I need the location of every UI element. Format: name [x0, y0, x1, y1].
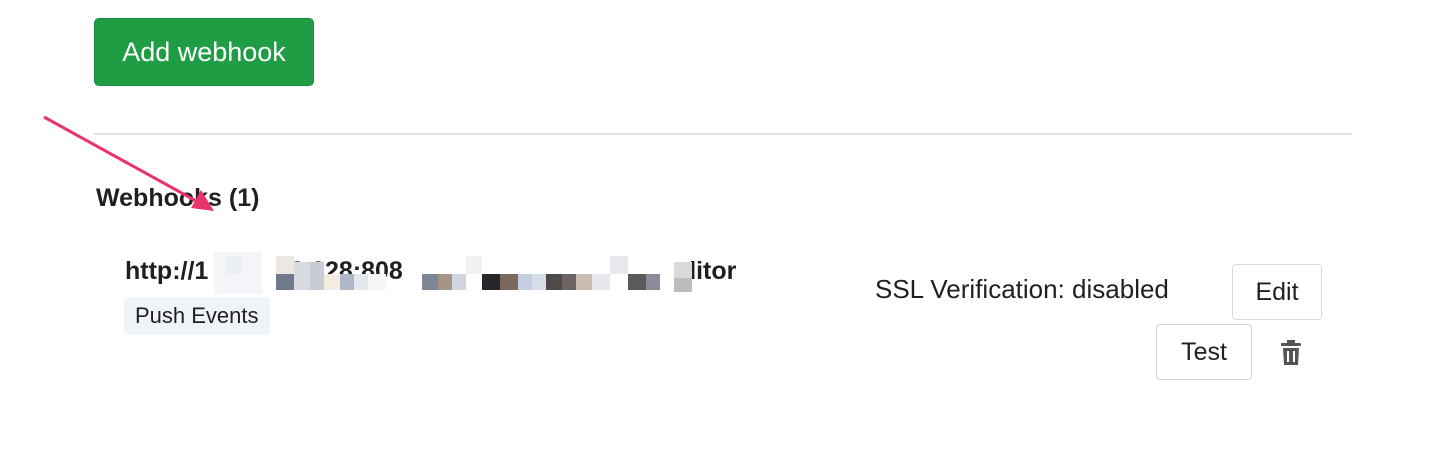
- delete-webhook-button[interactable]: [1276, 337, 1306, 369]
- webhooks-section-title: Webhooks (1): [96, 184, 260, 212]
- event-tag-push: Push Events: [124, 297, 270, 335]
- section-divider: [94, 133, 1352, 135]
- redacted-url-mosaic: [214, 252, 696, 294]
- webhook-url-prefix: http://1: [125, 257, 209, 285]
- edit-webhook-button[interactable]: Edit: [1232, 264, 1322, 320]
- test-webhook-button[interactable]: Test: [1156, 324, 1252, 380]
- add-webhook-button[interactable]: Add webhook: [94, 18, 314, 86]
- ssl-verification-status: SSL Verification: disabled: [875, 274, 1169, 304]
- trash-icon: [1281, 340, 1301, 365]
